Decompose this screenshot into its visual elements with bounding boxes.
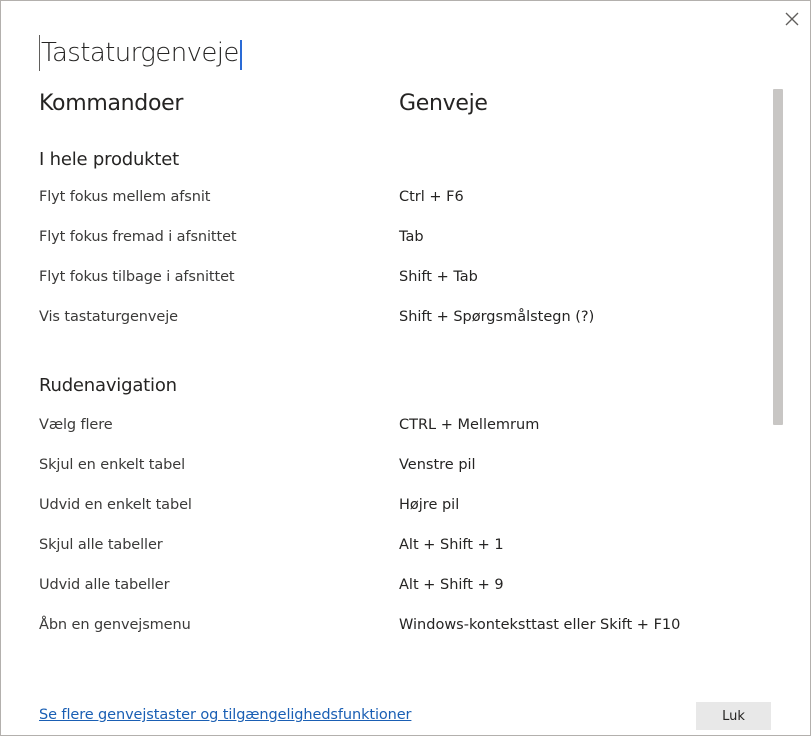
command-label: Udvid en enkelt tabel (39, 497, 192, 513)
shortcut-label: CTRL + Mellemrum (399, 417, 540, 433)
command-label: Flyt fokus tilbage i afsnittet (39, 269, 235, 285)
shortcut-label: Shift + Spørgsmålstegn (?) (399, 309, 595, 325)
column-header-commands: Kommandoer (39, 91, 184, 116)
shortcut-row: Flyt fokus fremad i afsnittet Tab (39, 227, 767, 267)
command-label: Vis tastaturgenveje (39, 309, 178, 325)
shortcuts-scroll-area[interactable]: Kommandoer Genveje I hele produktet Flyt… (39, 85, 767, 675)
shortcut-label: Alt + Shift + 1 (399, 537, 504, 553)
scrollbar-thumb[interactable] (773, 89, 783, 425)
section-title: I hele produktet (39, 149, 180, 170)
dialog-title: Tastaturgenveje (41, 38, 239, 68)
shortcut-row: Udvid en enkelt tabel Højre pil (39, 495, 767, 535)
vertical-scrollbar[interactable] (773, 89, 783, 425)
command-label: Flyt fokus mellem afsnit (39, 189, 211, 205)
shortcut-label: Alt + Shift + 9 (399, 577, 504, 593)
shortcut-row: Flyt fokus mellem afsnit Ctrl + F6 (39, 187, 767, 227)
command-label: Skjul alle tabeller (39, 537, 163, 553)
shortcut-row: Skjul alle tabeller Alt + Shift + 1 (39, 535, 767, 575)
shortcut-row: Flyt fokus tilbage i afsnittet Shift + T… (39, 267, 767, 307)
shortcut-row: Åbn en genvejsmenu Windows-kontekst­tast… (39, 615, 767, 655)
dialog-title-container: Tastaturgenveje (39, 35, 242, 71)
close-icon[interactable] (780, 7, 804, 31)
shortcut-row: Udvid alle tabeller Alt + Shift + 9 (39, 575, 767, 615)
command-label: Åbn en genvejsmenu (39, 617, 191, 633)
column-header-shortcuts: Genveje (399, 91, 488, 116)
command-label: Udvid alle tabeller (39, 577, 170, 593)
section-title: Rudenavigation (39, 375, 177, 396)
command-label: Skjul en enkelt tabel (39, 457, 186, 473)
shortcut-label: Ctrl + F6 (399, 189, 464, 205)
shortcut-label: Venstre pil (399, 457, 476, 473)
keyboard-shortcuts-dialog: Tastaturgenveje Kommandoer Genveje I hel… (0, 0, 811, 736)
shortcut-label: Højre pil (399, 497, 460, 513)
close-button[interactable]: Luk (696, 702, 771, 730)
shortcut-row: Skjul en enkelt tabel Venstre pil (39, 455, 767, 495)
command-label: Vælg flere (39, 417, 113, 433)
shortcut-row: Vælg flere CTRL + Mellemrum (39, 415, 767, 455)
text-caret (239, 39, 242, 70)
shortcut-label: Windows-kontekst­tast eller Skift + F10 (399, 617, 681, 633)
shortcut-label: Tab (399, 229, 424, 245)
shortcut-label: Shift + Tab (399, 269, 478, 285)
command-label: Flyt fokus fremad i afsnittet (39, 229, 237, 245)
more-shortcuts-link[interactable]: Se flere genvejstaster og tilgængelighed… (39, 707, 412, 723)
shortcut-row: Vis tastaturgenveje Shift + Spørgsmålste… (39, 307, 767, 347)
